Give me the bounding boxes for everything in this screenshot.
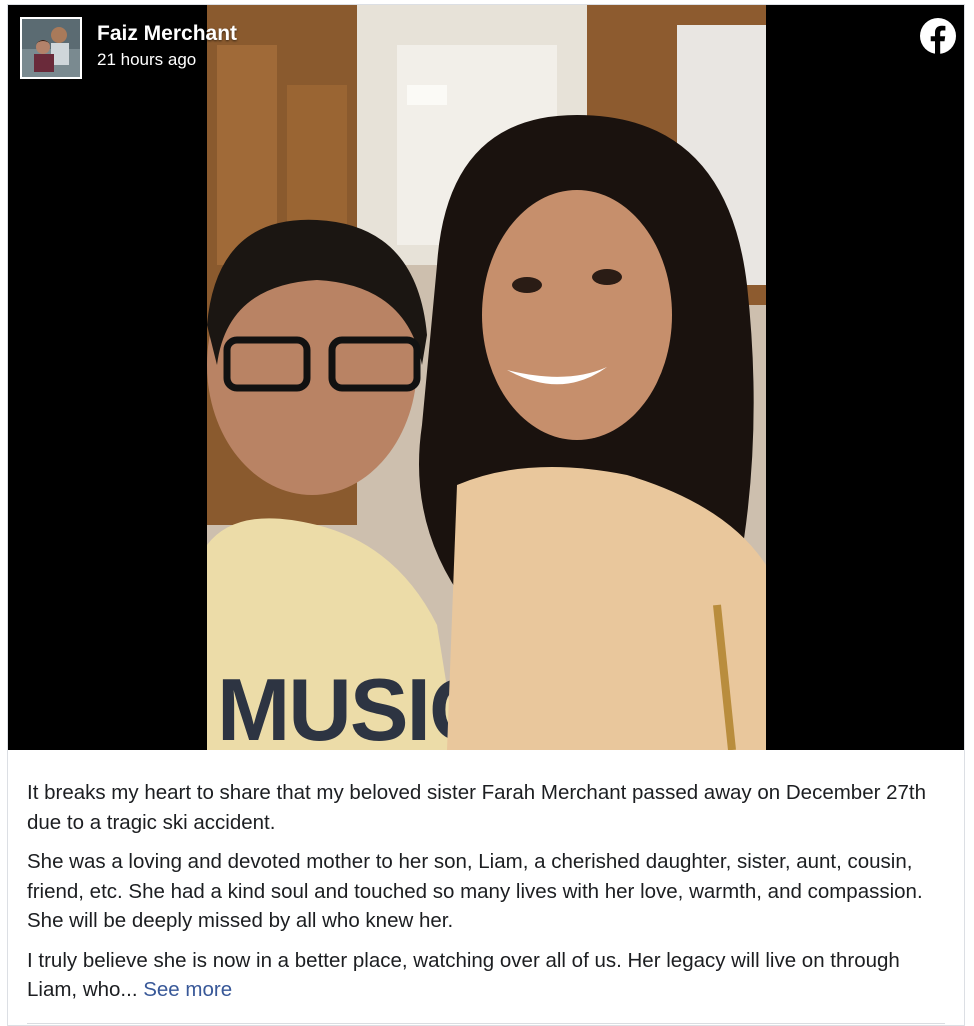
divider bbox=[27, 1023, 945, 1024]
post-photo[interactable]: MUSIC bbox=[207, 5, 766, 750]
post-paragraph-2: She was a loving and devoted mother to h… bbox=[27, 850, 923, 932]
post-timestamp[interactable]: 21 hours ago bbox=[97, 49, 237, 71]
avatar[interactable] bbox=[20, 17, 82, 79]
post-media[interactable]: MUSIC Faiz Merchant 21 hours ago bbox=[8, 5, 964, 750]
facebook-post-card: MUSIC Faiz Merchant 21 hours ago It brea… bbox=[7, 4, 965, 1026]
selfie-illustration: MUSIC bbox=[207, 5, 766, 750]
post-meta: Faiz Merchant 21 hours ago bbox=[97, 22, 237, 71]
avatar-photo bbox=[22, 19, 80, 77]
post-header: Faiz Merchant 21 hours ago bbox=[20, 17, 237, 79]
post-text: It breaks my heart to share that my belo… bbox=[27, 778, 947, 1015]
post-paragraph-1: It breaks my heart to share that my belo… bbox=[27, 781, 927, 834]
facebook-icon[interactable] bbox=[920, 18, 956, 54]
author-name[interactable]: Faiz Merchant bbox=[97, 22, 237, 46]
see-more-link[interactable]: See more bbox=[143, 978, 232, 1001]
post-paragraph-3: I truly believe she is now in a better p… bbox=[27, 946, 947, 1005]
